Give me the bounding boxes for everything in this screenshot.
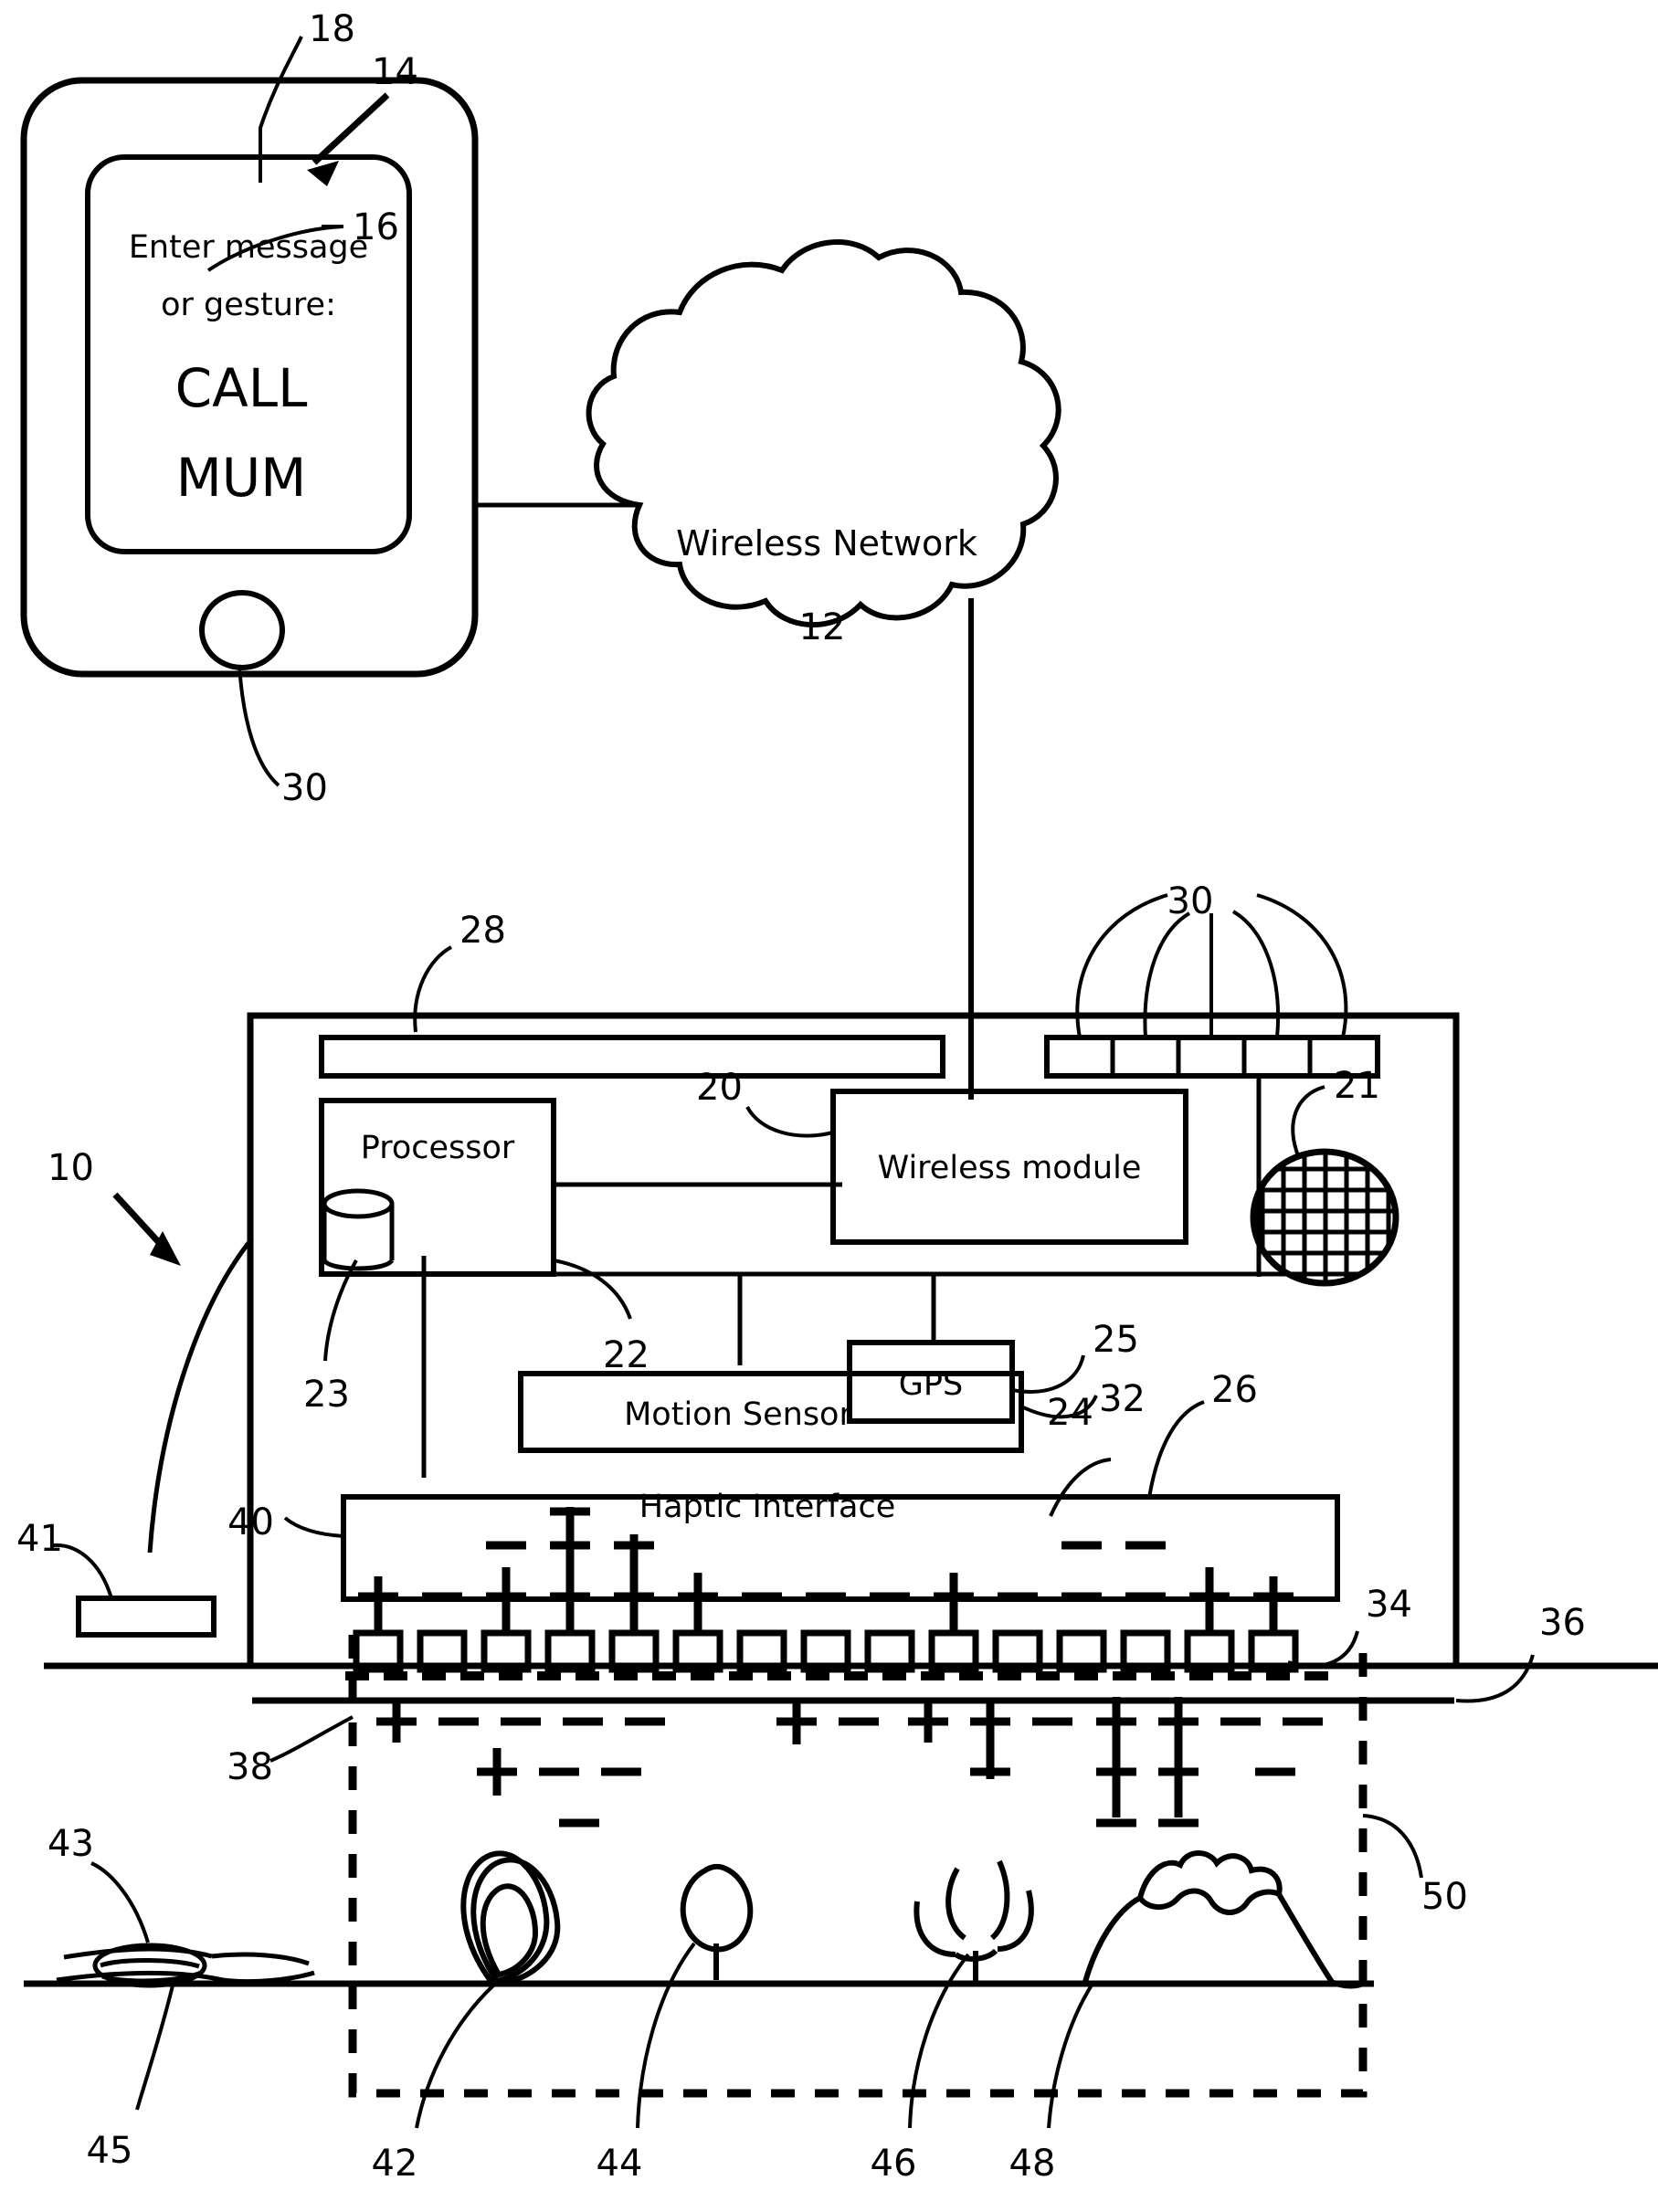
ref-label-24: 24 bbox=[1047, 1392, 1093, 1434]
ref-label-34: 34 bbox=[1366, 1584, 1412, 1626]
cloud-ref-12: 12 bbox=[799, 606, 846, 648]
leader-40 bbox=[283, 1516, 344, 1538]
cloud-label: Wireless Network bbox=[676, 523, 977, 564]
message-line1: CALL bbox=[175, 357, 308, 419]
leader-45 bbox=[135, 1981, 175, 2111]
ref-label-46: 46 bbox=[871, 2143, 917, 2185]
ref-label-20: 20 bbox=[696, 1067, 743, 1109]
ref-label-32: 32 bbox=[1099, 1378, 1146, 1420]
device-bus-bar bbox=[319, 1035, 945, 1079]
arrowhead-14 bbox=[307, 161, 339, 186]
leader-26 bbox=[1147, 1400, 1205, 1499]
surface-shape-42 bbox=[460, 1850, 561, 1987]
ref-label-40: 40 bbox=[227, 1501, 274, 1543]
ref-label-30-phone-visible: 30 bbox=[281, 767, 328, 809]
ref-label-26: 26 bbox=[1211, 1369, 1258, 1411]
ref-label-36: 36 bbox=[1539, 1602, 1586, 1644]
leader-30-phone bbox=[238, 664, 280, 787]
leader-arrow-14 bbox=[312, 92, 390, 165]
wireless-module-label: Wireless module bbox=[878, 1150, 1142, 1186]
ref-label-43: 43 bbox=[48, 1823, 94, 1865]
leader-36 bbox=[1455, 1654, 1535, 1703]
haptic-interface-label: Haptic Interface bbox=[639, 1489, 896, 1525]
processor-block bbox=[319, 1098, 556, 1277]
leader-22 bbox=[553, 1259, 632, 1320]
ref-label-30-device: 30 bbox=[1167, 880, 1214, 922]
smartphone-group: Enter message or gesture: CALL MUM 18 14… bbox=[20, 8, 639, 809]
ref-label-42: 42 bbox=[372, 2143, 418, 2185]
wireless-network-cloud: Wireless Network 12 bbox=[586, 239, 1061, 1018]
surface-shape-46 bbox=[913, 1859, 1034, 1984]
diagram-canvas: Enter message or gesture: CALL MUM 18 14… bbox=[16, 8, 1658, 2185]
leader-32 bbox=[1049, 1458, 1112, 1517]
leader-38 bbox=[269, 1715, 354, 1763]
ref-label-48: 48 bbox=[1009, 2143, 1056, 2185]
mesh-circle-icon bbox=[1250, 1148, 1399, 1287]
ref-label-22: 22 bbox=[603, 1334, 649, 1376]
leader-20 bbox=[745, 1105, 834, 1138]
ref-label-25: 25 bbox=[1093, 1319, 1139, 1361]
knot-drawing bbox=[56, 1943, 315, 1988]
ref-label-21: 21 bbox=[1334, 1065, 1380, 1107]
ref-label-14: 14 bbox=[372, 51, 418, 93]
leader-50 bbox=[1362, 1814, 1423, 1879]
surface-shape-48 bbox=[1082, 1850, 1368, 1989]
ref-label-44: 44 bbox=[597, 2143, 643, 2185]
ref-label-23: 23 bbox=[303, 1374, 350, 1416]
patent-figure: Enter message or gesture: CALL MUM 18 14… bbox=[0, 0, 1658, 2212]
screen-prompt-line2: or gesture: bbox=[161, 287, 336, 323]
surface-tactile-marks bbox=[376, 1697, 1323, 1828]
processor-label: Processor bbox=[361, 1130, 515, 1166]
ref-label-38: 38 bbox=[227, 1746, 273, 1788]
ref-label-16: 16 bbox=[353, 206, 399, 248]
ref-label-41: 41 bbox=[16, 1518, 63, 1560]
ref-label-10: 10 bbox=[48, 1147, 94, 1189]
ref-label-50: 50 bbox=[1421, 1876, 1468, 1918]
leader-48 bbox=[1047, 1982, 1094, 2129]
leader-28 bbox=[413, 945, 453, 1033]
device-foot bbox=[76, 1596, 216, 1638]
ref-label-18: 18 bbox=[309, 8, 355, 50]
leader-21 bbox=[1291, 1085, 1325, 1159]
database-cylinder-icon bbox=[322, 1188, 395, 1271]
home-button-icon[interactable] bbox=[199, 590, 285, 670]
ref-label-28: 28 bbox=[459, 910, 506, 952]
connector-strip bbox=[1044, 1035, 1380, 1079]
surface-shape-44 bbox=[680, 1863, 754, 1980]
haptic-device-group: 28 30 Processor 23 Wireless module 20 21… bbox=[16, 880, 1586, 1704]
leader-18 bbox=[259, 36, 303, 183]
leader-42 bbox=[415, 1984, 495, 2129]
message-line2: MUM bbox=[176, 447, 307, 509]
haptic-pin-array bbox=[353, 1507, 1299, 1673]
leader-43 bbox=[90, 1861, 150, 1943]
ref-label-45: 45 bbox=[87, 2130, 133, 2172]
surface-group: 50 38 43 45 42 44 46 48 bbox=[24, 1635, 1658, 2185]
cloud-icon bbox=[586, 239, 1061, 627]
motion-sensor-label: Motion Sensor bbox=[624, 1396, 852, 1433]
leader-44 bbox=[636, 1942, 696, 2129]
